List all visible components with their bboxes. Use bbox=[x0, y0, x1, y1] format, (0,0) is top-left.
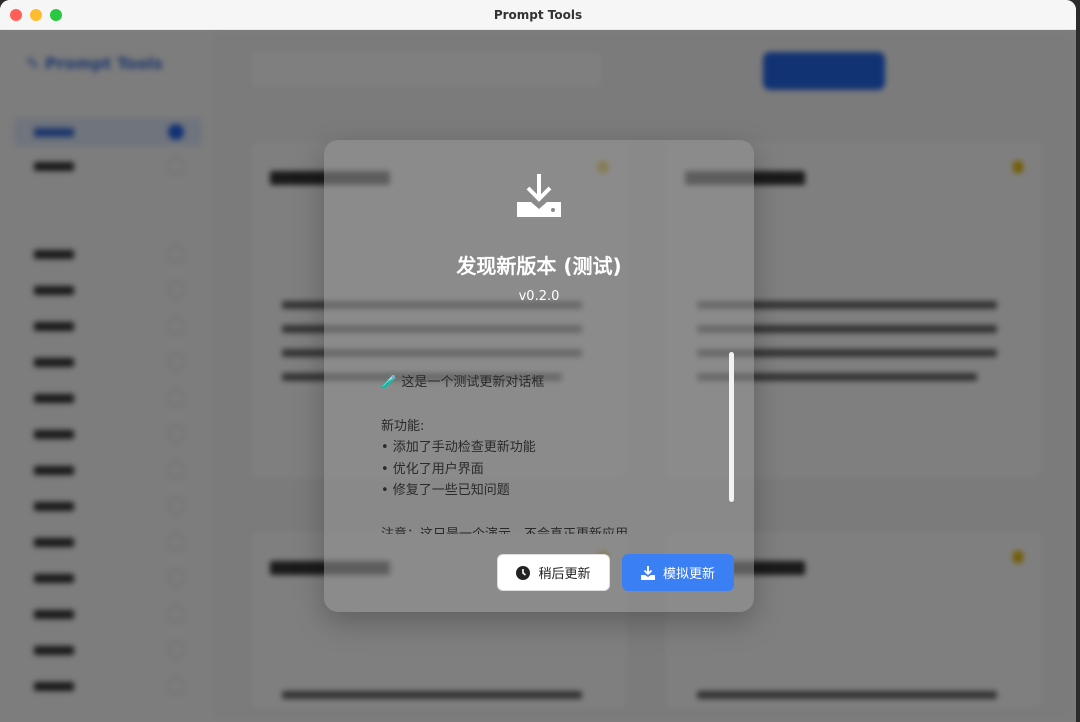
app-window: Prompt Tools ✎ Prompt Tools bbox=[0, 0, 1076, 722]
version-label: v0.2.0 bbox=[518, 289, 560, 304]
download-drive-icon bbox=[517, 174, 561, 217]
clock-icon bbox=[516, 565, 531, 580]
feature-item: • 修复了一些已知问题 bbox=[381, 483, 510, 498]
simulate-update-label: 模拟更新 bbox=[662, 567, 715, 582]
update-later-button[interactable]: 稍后更新 bbox=[497, 554, 610, 591]
update-dialog: 发现新版本 (测试) v0.2.0 🧪 这是一个测试更新对话框 新功能: • 添… bbox=[324, 140, 754, 612]
update-later-label: 稍后更新 bbox=[538, 567, 591, 582]
release-note: 注意：这只是一个演示，不会真正更新应用 bbox=[381, 526, 629, 535]
features-heading: 新功能: bbox=[381, 418, 425, 434]
download-icon bbox=[640, 565, 655, 580]
close-window-button[interactable] bbox=[10, 9, 22, 21]
maximize-window-button[interactable] bbox=[50, 9, 62, 21]
release-notes: 🧪 这是一个测试更新对话框 新功能: • 添加了手动检查更新功能 • 优化了用户… bbox=[381, 372, 721, 534]
release-notes-scrollbar[interactable] bbox=[729, 352, 734, 502]
title-bar: Prompt Tools bbox=[0, 0, 1076, 30]
feature-item: • 添加了手动检查更新功能 bbox=[381, 440, 536, 455]
release-intro: 🧪 这是一个测试更新对话框 bbox=[381, 375, 545, 390]
simulate-update-button[interactable]: 模拟更新 bbox=[622, 554, 734, 591]
feature-item: • 优化了用户界面 bbox=[381, 461, 484, 477]
window-title: Prompt Tools bbox=[493, 7, 583, 22]
dialog-title: 发现新版本 (测试) bbox=[456, 254, 622, 278]
minimize-window-button[interactable] bbox=[30, 9, 42, 21]
